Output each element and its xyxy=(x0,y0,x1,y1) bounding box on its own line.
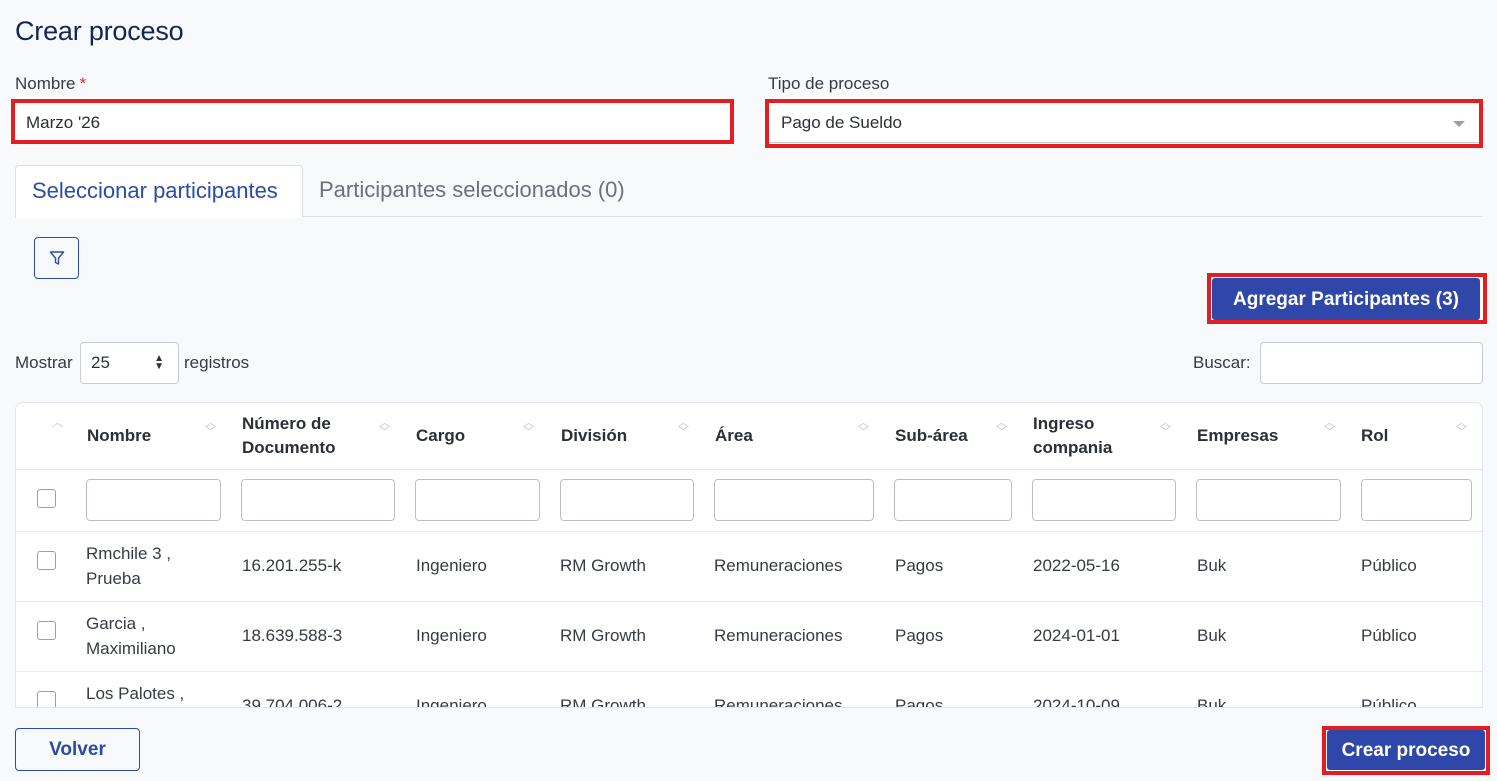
filter-input-division[interactable] xyxy=(560,479,694,521)
name-label-text: Nombre xyxy=(15,74,76,93)
cell-nombre: Los Palotes , xyxy=(86,681,184,706)
filter-input-cargo[interactable] xyxy=(415,479,540,521)
page-title: Crear proceso xyxy=(15,16,184,46)
row-checkbox[interactable] xyxy=(37,621,56,640)
cell-area: Remuneraciones xyxy=(714,696,843,708)
cell-documento: 18.639.588-3 xyxy=(242,626,343,645)
select-all-checkbox[interactable] xyxy=(37,489,56,508)
cell-division: RM Growth xyxy=(560,556,646,575)
sort-icon[interactable]: ︿ ﹀ xyxy=(205,418,216,438)
filter-input-area[interactable] xyxy=(714,479,874,521)
sort-icon[interactable]: ︿ ﹀ xyxy=(1160,418,1171,438)
filter-button[interactable] xyxy=(34,237,79,279)
add-participants-highlight xyxy=(1207,273,1487,324)
cell-nombre-line: Garcia , xyxy=(86,614,146,633)
column-header-cargo[interactable]: Cargo xyxy=(416,403,526,469)
sort-icon[interactable]: ︿ ﹀ xyxy=(523,418,534,438)
sort-icon[interactable]: ︿ ﹀ xyxy=(1324,418,1335,438)
cell-division: RM Growth xyxy=(560,696,646,708)
cell-cargo: Ingeniero xyxy=(416,626,487,645)
cell-empresa: Buk xyxy=(1197,696,1227,708)
cell-cargo: Ingeniero xyxy=(416,696,487,708)
column-header-documento[interactable]: Número de Documento xyxy=(242,403,362,469)
filter-input-empresas[interactable] xyxy=(1196,479,1341,521)
divider xyxy=(16,601,1482,602)
cell-ingreso: 2022-05-16 xyxy=(1033,556,1120,575)
filter-input-nombre[interactable] xyxy=(86,479,221,521)
type-label: Tipo de proceso xyxy=(768,74,890,93)
cell-nombre: Garcia , Maximiliano xyxy=(86,611,176,661)
sort-icon[interactable]: ︿ ﹀ xyxy=(379,418,390,438)
filter-input-rol[interactable] xyxy=(1361,479,1472,521)
search-input[interactable] xyxy=(1260,342,1483,384)
participants-tabs: Seleccionar participantes Participantes … xyxy=(15,165,1483,218)
column-header-division[interactable]: División xyxy=(561,403,671,469)
type-select-highlight xyxy=(765,99,1483,148)
search-label: Buscar: xyxy=(1193,353,1251,372)
tab-select-participants[interactable]: Seleccionar participantes xyxy=(15,165,303,218)
cell-rol: Público xyxy=(1361,556,1417,575)
page-length-value: 25 xyxy=(91,353,110,372)
name-label: Nombre * xyxy=(15,74,86,94)
row-checkbox[interactable] xyxy=(37,551,56,570)
cell-ingreso: 2024-01-01 xyxy=(1033,626,1120,645)
create-process-highlight xyxy=(1322,726,1490,775)
spinner-icon: ▲ ▼ xyxy=(154,353,164,372)
cell-documento: 39.704.006-2 xyxy=(242,696,343,708)
cell-empresa: Buk xyxy=(1197,626,1227,645)
filter-icon xyxy=(49,251,64,265)
cell-nombre-line: Prueba xyxy=(86,569,141,588)
cell-nombre-line: Los Palotes , xyxy=(86,684,185,703)
filter-input-documento[interactable] xyxy=(241,479,395,521)
back-button[interactable]: Volver xyxy=(15,728,140,771)
cell-nombre: Rmchile 3 , Prueba xyxy=(86,541,171,591)
cell-area: Remuneraciones xyxy=(714,626,843,645)
column-header-rol[interactable]: Rol xyxy=(1361,403,1441,469)
cell-documento: 16.201.255-k xyxy=(242,556,342,575)
cell-rol: Público xyxy=(1361,626,1417,645)
filter-input-ingreso[interactable] xyxy=(1032,479,1176,521)
cell-area: Remuneraciones xyxy=(714,556,843,575)
participants-table: ︿ Nombre ︿ ﹀ Número de Documento ︿ ﹀ Cargo… xyxy=(15,402,1483,708)
divider xyxy=(16,469,1482,470)
cell-subarea: Pagos xyxy=(895,696,944,708)
cell-nombre-line: Rmchile 3 , xyxy=(86,544,172,563)
page-length-select[interactable]: 25 ▲ ▼ xyxy=(80,342,179,384)
sort-icon[interactable]: ︿ ﹀ xyxy=(678,418,689,438)
required-mark: * xyxy=(79,74,87,93)
column-header-empresas[interactable]: Empresas xyxy=(1197,403,1317,469)
column-header-area[interactable]: Área xyxy=(715,403,855,469)
cell-nombre-line: Maximiliano xyxy=(86,639,176,658)
cell-division: RM Growth xyxy=(560,626,646,645)
column-header-nombre[interactable]: Nombre xyxy=(87,403,207,469)
cell-subarea: Pagos xyxy=(895,556,944,575)
name-input-highlight xyxy=(11,99,734,144)
row-checkbox[interactable] xyxy=(37,691,56,707)
cell-rol: Público xyxy=(1361,696,1417,708)
tab-selected-participants[interactable]: Participantes seleccionados (0) xyxy=(303,165,641,217)
sort-icon[interactable]: ︿ ﹀ xyxy=(858,418,869,438)
sort-icon[interactable]: ︿ ﹀ xyxy=(996,418,1007,438)
cell-empresa: Buk xyxy=(1197,556,1227,575)
sort-icon[interactable]: ︿ ﹀ xyxy=(1456,418,1467,438)
cell-ingreso: 2024-10-09 xyxy=(1033,696,1120,708)
cell-subarea: Pagos xyxy=(895,626,944,645)
records-label: registros xyxy=(184,353,250,372)
divider xyxy=(16,531,1482,532)
column-header-subarea[interactable]: Sub-área xyxy=(895,403,995,469)
column-header-ingreso[interactable]: Ingreso compania xyxy=(1033,403,1133,469)
show-label: Mostrar xyxy=(15,353,73,372)
divider xyxy=(16,671,1482,672)
cell-cargo: Ingeniero xyxy=(416,556,487,575)
filter-input-subarea[interactable] xyxy=(894,479,1012,521)
sort-up-icon[interactable]: ︿ xyxy=(52,418,63,429)
